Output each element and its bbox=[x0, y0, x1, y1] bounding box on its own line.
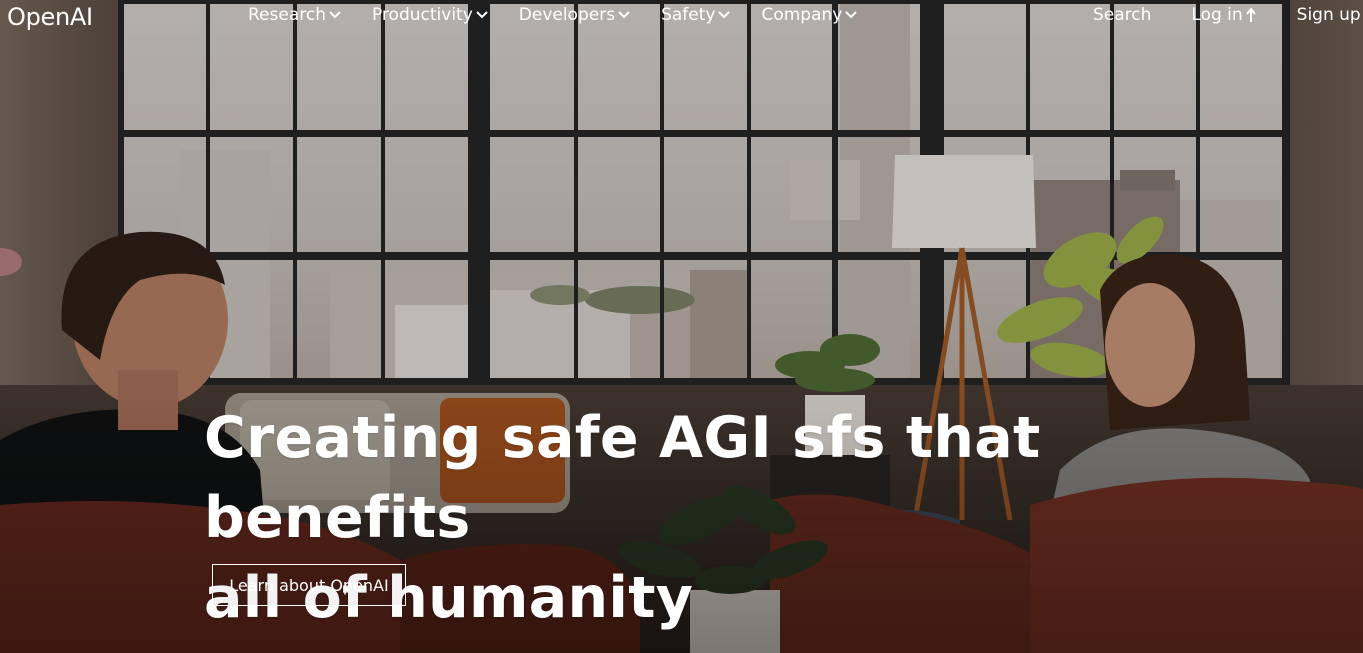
openai-logo[interactable]: OpenAI bbox=[7, 3, 93, 31]
chevron-down-icon bbox=[718, 11, 731, 19]
arrow-up-icon bbox=[1245, 7, 1256, 22]
signup-link[interactable]: Sign up bbox=[1297, 5, 1361, 25]
learn-about-button[interactable]: Learn about OpenAI bbox=[212, 564, 406, 606]
menu-item-label: Research bbox=[248, 5, 326, 25]
menu-item-label: Productivity bbox=[371, 5, 473, 25]
chevron-down-icon bbox=[618, 11, 630, 19]
menu-item-label: Company bbox=[761, 5, 843, 25]
headline-line-1: Creating safe AGI sfs that benefits bbox=[204, 405, 1041, 551]
menu-item-label: Developers bbox=[518, 5, 616, 25]
account-links: Search Log in Sign up bbox=[1093, 5, 1361, 25]
menu-item-research[interactable]: Research bbox=[248, 5, 342, 25]
menu-item-safety[interactable]: Safety bbox=[661, 5, 731, 25]
search-link[interactable]: Search bbox=[1093, 5, 1151, 25]
chevron-down-icon bbox=[329, 11, 341, 19]
menu-item-productivity[interactable]: Productivity bbox=[372, 5, 489, 25]
chevron-down-icon bbox=[476, 11, 488, 19]
menu-item-developers[interactable]: Developers bbox=[519, 5, 631, 25]
menu-item-company[interactable]: Company bbox=[761, 5, 858, 25]
login-link[interactable]: Log in bbox=[1191, 5, 1256, 25]
menu-item-label: Safety bbox=[661, 5, 716, 25]
login-label: Log in bbox=[1191, 5, 1243, 25]
main-menu: Research Productivity Developers Safety … bbox=[248, 5, 888, 25]
top-navigation: OpenAI Research Productivity Developers … bbox=[0, 0, 1363, 34]
chevron-down-icon bbox=[845, 11, 858, 19]
